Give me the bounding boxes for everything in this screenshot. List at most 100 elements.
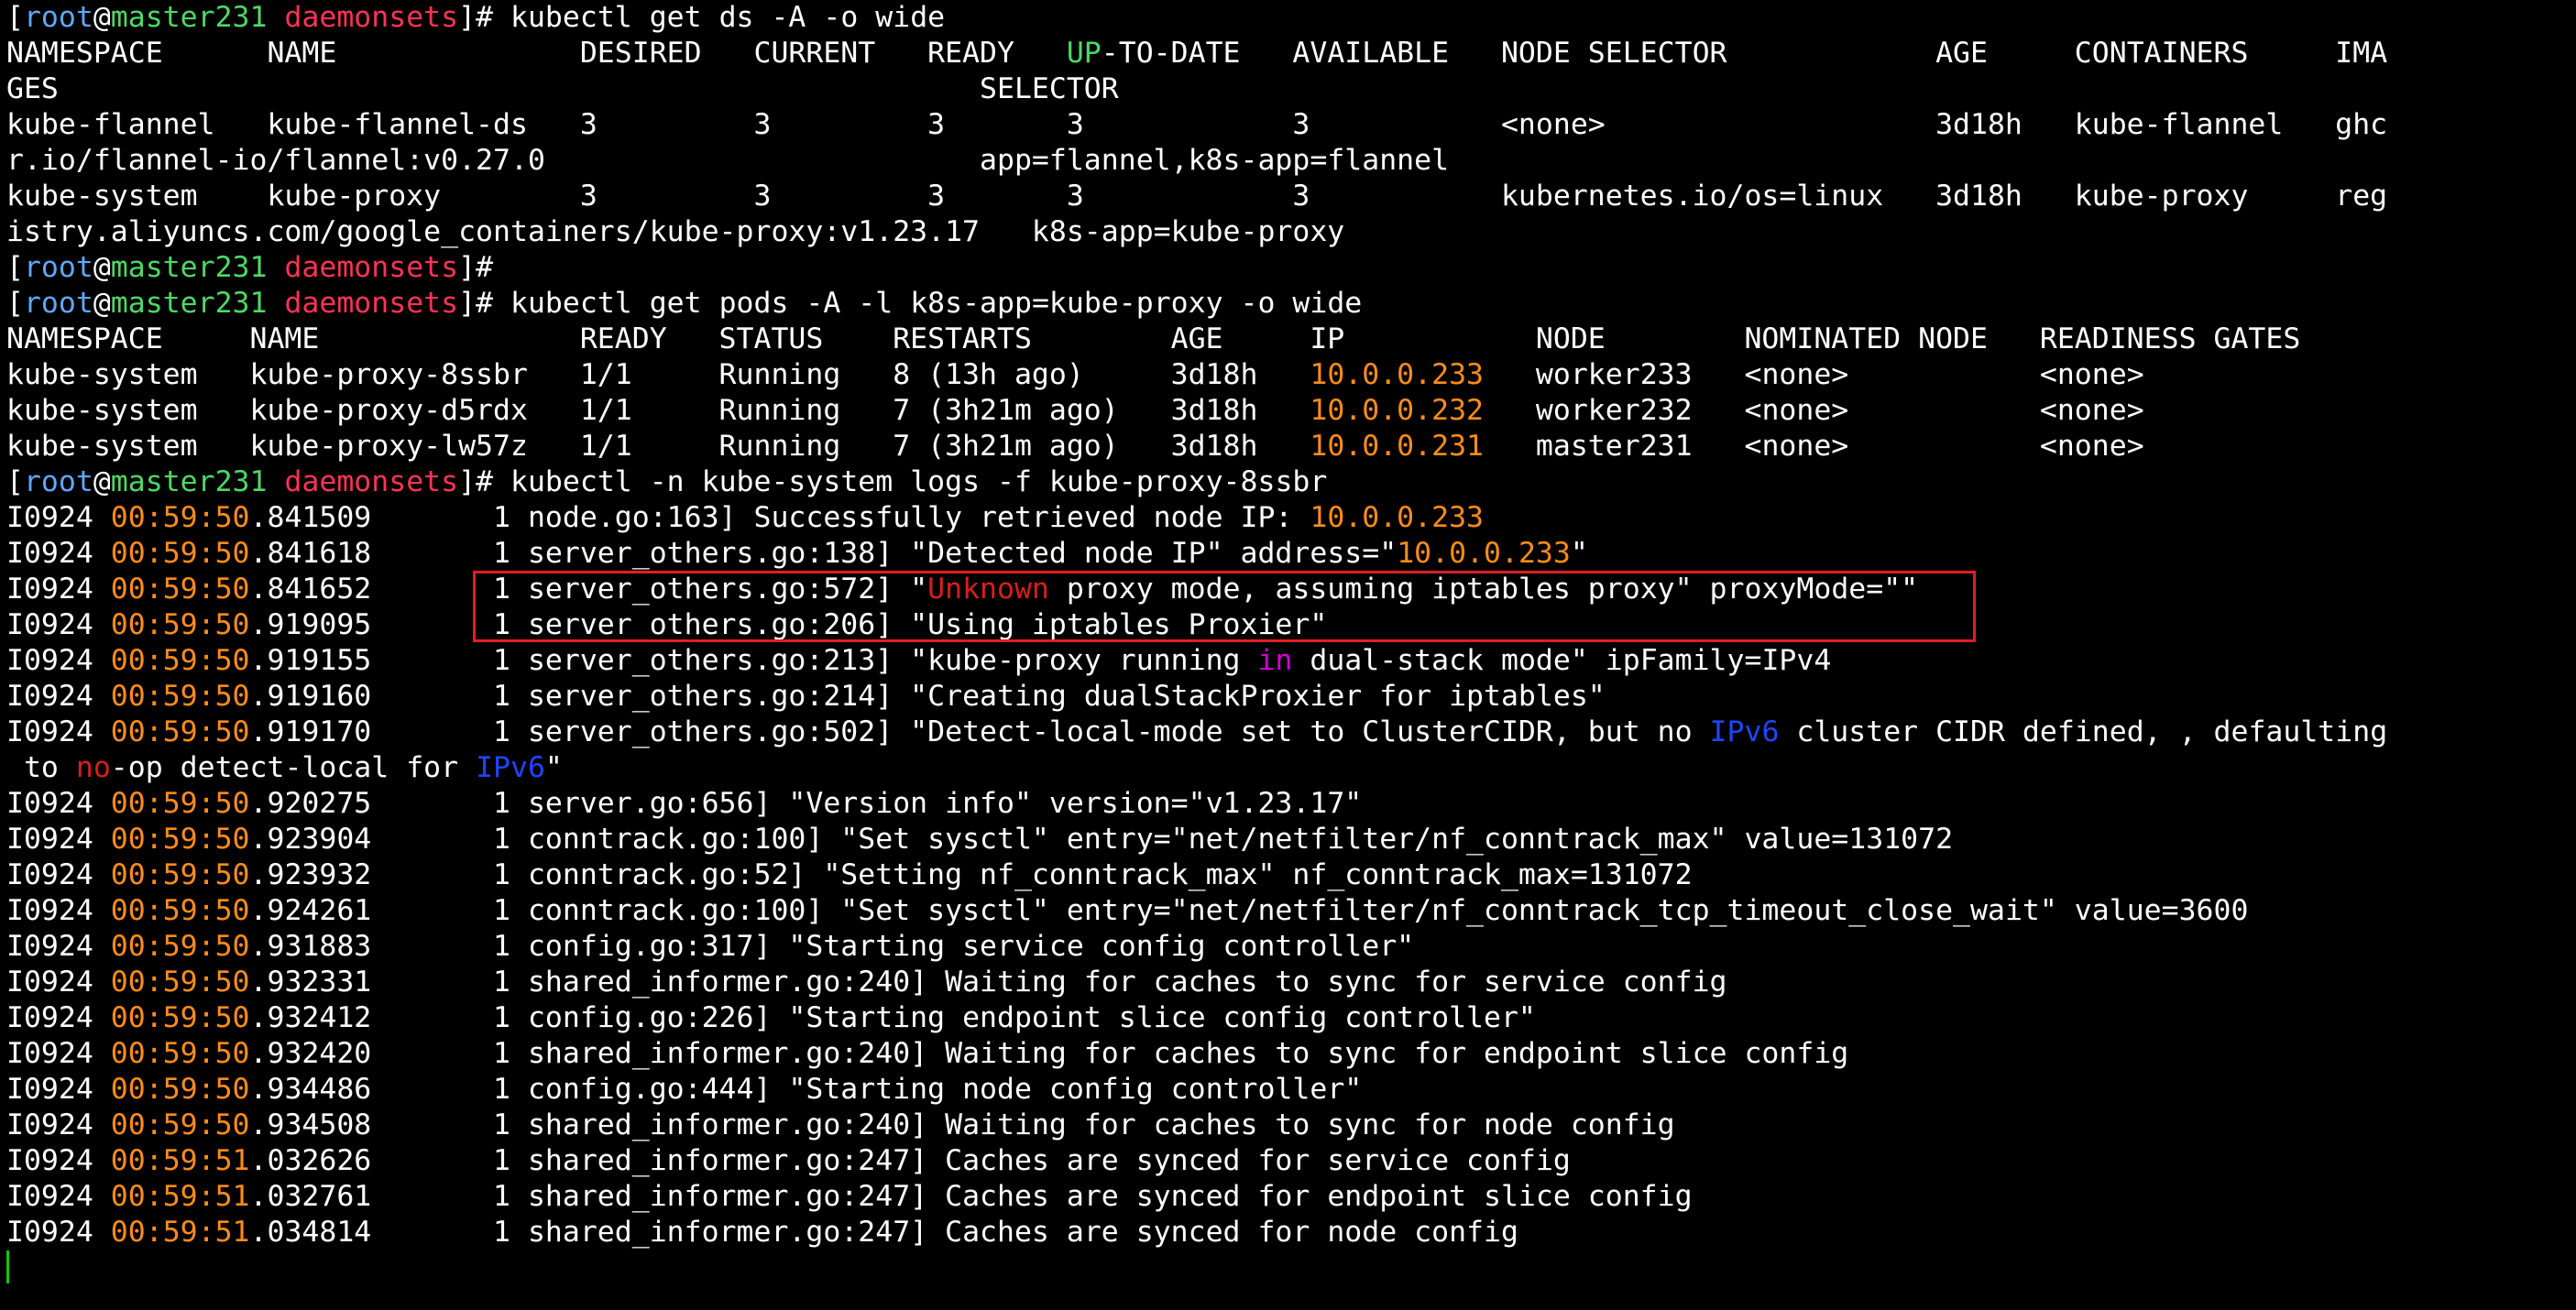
terminal-text: @ <box>93 251 111 284</box>
terminal-line: I0924 00:59:50.919170 1 server_others.go… <box>6 715 2563 750</box>
terminal-text: kube-system kube-proxy-lw57z 1/1 Running… <box>6 430 1310 463</box>
terminal-text: 00:59:50 <box>110 608 250 641</box>
terminal-text: I0924 <box>6 1037 111 1070</box>
terminal-text: master231 <none> <none> <box>1484 430 2144 463</box>
terminal-text: 00:59:50 <box>110 787 250 820</box>
terminal-line: NAMESPACE NAME DESIRED CURRENT READY UP-… <box>6 36 2563 71</box>
terminal-text: .934508 1 shared_informer.go:240] Waitin… <box>249 1108 1675 1141</box>
terminal-text: 10.0.0.233 <box>1310 358 1485 391</box>
terminal-text: daemonsets <box>284 465 459 498</box>
terminal-line: I0924 00:59:50.923932 1 conntrack.go:52]… <box>6 857 2563 893</box>
terminal-text: I0924 <box>6 573 111 606</box>
terminal-text: .841652 1 server_others.go:572] " <box>249 573 928 606</box>
terminal-text: 00:59:50 <box>110 644 250 677</box>
terminal-text: root <box>23 465 93 498</box>
terminal-line: I0924 00:59:50.920275 1 server.go:656] "… <box>6 786 2563 822</box>
terminal-text: master231 <box>110 465 268 498</box>
terminal-text: kube-system kube-proxy-8ssbr 1/1 Running… <box>6 358 1310 391</box>
terminal-line: I0924 00:59:50.934486 1 config.go:444] "… <box>6 1072 2563 1108</box>
terminal-text: proxy mode, assuming iptables proxy" pro… <box>1048 573 1919 606</box>
terminal-line: kube-system kube-proxy-8ssbr 1/1 Running… <box>6 357 2563 393</box>
terminal-line: I0924 00:59:50.919160 1 server_others.go… <box>6 679 2563 715</box>
terminal-line: I0924 00:59:50.932412 1 config.go:226] "… <box>6 1000 2563 1036</box>
terminal-text: NAMESPACE NAME READY STATUS RESTARTS AGE… <box>6 322 2301 355</box>
terminal-text: cluster CIDR defined, , defaulting <box>1779 715 2388 748</box>
terminal-text: @ <box>93 287 111 320</box>
terminal-text: 00:59:50 <box>110 894 250 927</box>
terminal-text: to <box>6 751 76 784</box>
terminal-text: I0924 <box>6 1216 111 1249</box>
terminal-text: I0924 <box>6 537 111 570</box>
terminal-line: I0924 00:59:50.932331 1 shared_informer.… <box>6 965 2563 1000</box>
terminal-text: worker233 <none> <none> <box>1484 358 2144 391</box>
terminal-text: .919170 1 server_others.go:502] "Detect-… <box>249 715 1710 748</box>
terminal-text: .841618 1 server_others.go:138] "Detecte… <box>249 537 1398 570</box>
terminal-text: daemonsets <box>284 287 459 320</box>
terminal-text: .841509 1 node.go:163] Successfully retr… <box>249 501 1310 534</box>
terminal-text: I0924 <box>6 787 111 820</box>
terminal-text: I0924 <box>6 894 111 927</box>
terminal-text: " <box>1570 537 1588 570</box>
terminal-text: ]# kubectl -n kube-system logs -f kube-p… <box>458 465 1328 498</box>
terminal-text: I0924 <box>6 966 111 999</box>
terminal-text: ]# kubectl get ds -A -o wide <box>458 1 946 34</box>
terminal-text: NAMESPACE NAME DESIRED CURRENT READY <box>6 37 1067 70</box>
terminal-output[interactable]: [root@master231 daemonsets]# kubectl get… <box>6 0 2563 1310</box>
terminal-text: @ <box>93 465 111 498</box>
terminal-text: I0924 <box>6 1073 111 1106</box>
terminal-text: r.io/flannel-io/flannel:v0.27.0 app=flan… <box>6 144 1450 177</box>
terminal-text: kube-flannel kube-flannel-ds 3 3 3 3 3 <… <box>6 108 2388 141</box>
terminal-text: root <box>23 1 93 34</box>
terminal-text: .932412 1 config.go:226] "Starting endpo… <box>249 1001 1536 1034</box>
terminal-line: I0924 00:59:50.919095 1 server_others.go… <box>6 607 2563 643</box>
terminal-line: r.io/flannel-io/flannel:v0.27.0 app=flan… <box>6 143 2563 179</box>
terminal-text: 00:59:50 <box>110 823 250 856</box>
terminal-text: 00:59:50 <box>110 1108 250 1141</box>
terminal-text: .924261 1 conntrack.go:100] "Set sysctl"… <box>249 894 2249 927</box>
terminal-text: 00:59:50 <box>110 1001 250 1034</box>
terminal-text: .932420 1 shared_informer.go:240] Waitin… <box>249 1037 1849 1070</box>
terminal-text: -TO-DATE AVAILABLE NODE SELECTOR AGE CON… <box>1101 37 2388 70</box>
terminal-text: 00:59:50 <box>110 573 250 606</box>
terminal-line: kube-flannel kube-flannel-ds 3 3 3 3 3 <… <box>6 107 2563 143</box>
terminal-line: I0924 00:59:51.034814 1 shared_informer.… <box>6 1215 2563 1250</box>
terminal-line: I0924 00:59:50.841509 1 node.go:163] Suc… <box>6 500 2563 536</box>
terminal-text: I0924 <box>6 680 111 713</box>
terminal-line: [root@master231 daemonsets]# kubectl -n … <box>6 464 2563 500</box>
terminal-line: I0924 00:59:50.923904 1 conntrack.go:100… <box>6 822 2563 857</box>
terminal-line: [root@master231 daemonsets]# <box>6 250 2563 286</box>
terminal-text: master231 <box>110 251 268 284</box>
terminal-text: .923904 1 conntrack.go:100] "Set sysctl"… <box>249 823 1954 856</box>
terminal-line: I0924 00:59:50.919155 1 server_others.go… <box>6 643 2563 679</box>
terminal-text: dual-stack mode" ipFamily=IPv4 <box>1292 644 1832 677</box>
terminal-text: .919155 1 server_others.go:213] "kube-pr… <box>249 644 1258 677</box>
terminal-text: I0924 <box>6 715 111 748</box>
terminal-text: kube-system kube-proxy 3 3 3 3 3 kuberne… <box>6 180 2388 213</box>
terminal-text: .920275 1 server.go:656] "Version info" … <box>249 787 1363 820</box>
terminal-text: istry.aliyuncs.com/google_containers/kub… <box>6 215 1345 248</box>
terminal-text: Unknown <box>927 573 1049 606</box>
terminal-line: I0924 00:59:51.032761 1 shared_informer.… <box>6 1179 2563 1215</box>
terminal-line: I0924 00:59:50.932420 1 shared_informer.… <box>6 1036 2563 1072</box>
terminal-text: 00:59:50 <box>110 930 250 963</box>
terminal-text: kube-system kube-proxy-d5rdx 1/1 Running… <box>6 394 1310 427</box>
terminal-text: GES SELECTOR <box>6 72 1119 105</box>
terminal-text: root <box>23 251 93 284</box>
terminal-text: 00:59:50 <box>110 715 250 748</box>
terminal-text: .034814 1 shared_informer.go:247] Caches… <box>249 1216 1518 1249</box>
terminal-text: 10.0.0.232 <box>1310 394 1485 427</box>
terminal-text: 00:59:50 <box>110 680 250 713</box>
terminal-text: in <box>1257 644 1293 677</box>
terminal-text: .919160 1 server_others.go:214] "Creatin… <box>249 680 1606 713</box>
terminal-text: I0924 <box>6 501 111 534</box>
terminal-line: I0924 00:59:50.841618 1 server_others.go… <box>6 536 2563 572</box>
terminal-line: I0924 00:59:50.924261 1 conntrack.go:100… <box>6 893 2563 929</box>
terminal-text: I0924 <box>6 858 111 891</box>
terminal-text: ]# kubectl get pods -A -l k8s-app=kube-p… <box>458 287 1363 320</box>
terminal-line: istry.aliyuncs.com/google_containers/kub… <box>6 214 2563 250</box>
terminal-text: .934486 1 config.go:444] "Starting node … <box>249 1073 1363 1106</box>
terminal-text: IPv6 <box>476 751 545 784</box>
